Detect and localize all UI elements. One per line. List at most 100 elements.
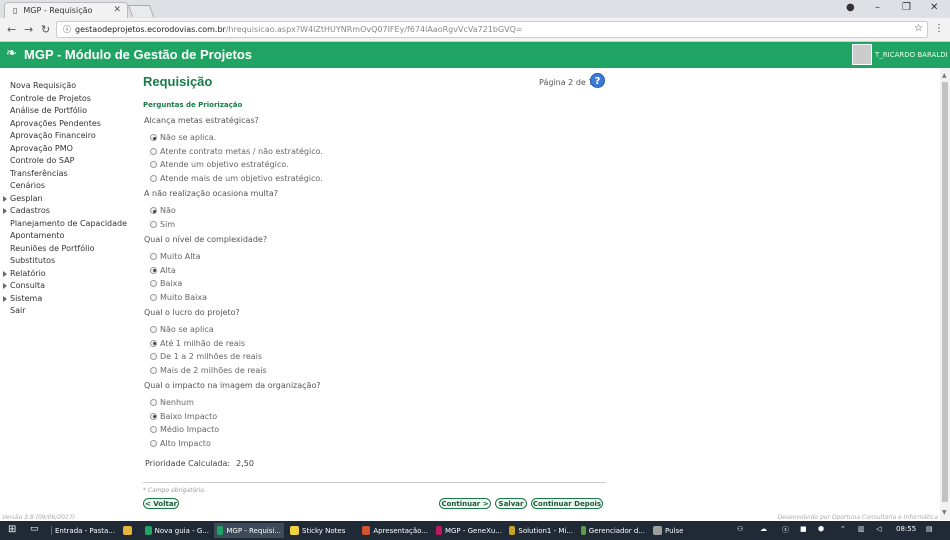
radio-option[interactable]: Alta bbox=[150, 266, 176, 275]
sidebar-item[interactable]: Transferências bbox=[0, 168, 135, 181]
continue-button[interactable]: Continuar > bbox=[439, 498, 491, 509]
cloud-icon[interactable]: ☁ bbox=[760, 525, 767, 533]
minimize-icon[interactable]: – bbox=[875, 2, 880, 13]
chevron-up-icon[interactable]: ⌃ bbox=[840, 525, 846, 533]
back-button[interactable]: < Voltar bbox=[143, 498, 179, 509]
radio-option[interactable]: Atende mais de um objetivo estratégico. bbox=[150, 174, 323, 183]
radio-option[interactable]: Não bbox=[150, 206, 176, 215]
avatar[interactable] bbox=[852, 44, 872, 65]
sidebar-item[interactable]: Nova Requisição bbox=[0, 80, 135, 93]
radio-option[interactable]: Baixo Impacto bbox=[150, 412, 217, 421]
maximize-icon[interactable]: ❐ bbox=[902, 2, 911, 13]
windows-start-icon[interactable]: ⊞ bbox=[8, 524, 16, 535]
sidebar-item[interactable]: Planejamento de Capacidade bbox=[0, 218, 135, 231]
radio-button[interactable] bbox=[150, 220, 157, 228]
skype-icon[interactable]: ⓢ bbox=[782, 525, 789, 535]
radio-button[interactable] bbox=[150, 326, 157, 333]
radio-option[interactable]: Não se aplica bbox=[150, 325, 214, 334]
radio-button[interactable] bbox=[150, 293, 157, 301]
taskbar-app[interactable]: Nova guia - G... bbox=[142, 523, 212, 538]
radio-option[interactable]: Até 1 milhão de reais bbox=[150, 339, 245, 348]
radio-option[interactable]: Nenhum bbox=[150, 398, 194, 407]
profile-icon[interactable]: ● bbox=[846, 2, 855, 13]
save-button[interactable]: Salvar bbox=[495, 498, 527, 509]
radio-option[interactable]: Muito Baixa bbox=[150, 293, 207, 302]
url-field[interactable]: ⓘ gestaodeprojetos.ecorodovias.com.br/hr… bbox=[56, 21, 928, 38]
radio-option[interactable]: Baixa bbox=[150, 279, 182, 288]
radio-button[interactable] bbox=[150, 399, 157, 406]
taskbar-app[interactable]: MGP - Requisi... bbox=[214, 523, 284, 538]
sidebar-item[interactable]: Aprovações Pendentes bbox=[0, 118, 135, 131]
radio-option[interactable]: Muito Alta bbox=[150, 252, 201, 261]
user-name[interactable]: T_RICARDO BARALDI bbox=[875, 51, 948, 59]
taskbar-app[interactable]: Apresentação... bbox=[359, 523, 431, 538]
radio-option[interactable]: Não se aplica. bbox=[150, 133, 216, 142]
notifications-icon[interactable]: ▤ bbox=[926, 525, 933, 533]
radio-option[interactable]: Atende um objetivo estratégico. bbox=[150, 160, 289, 169]
back-arrow-icon[interactable]: ← bbox=[7, 23, 16, 36]
sidebar-item[interactable]: Apontamento bbox=[0, 230, 135, 243]
continue-later-button[interactable]: Continuar Depois bbox=[531, 498, 603, 509]
scroll-up-icon[interactable]: ▲ bbox=[942, 72, 947, 79]
task-view-icon[interactable]: ▭ bbox=[30, 524, 39, 534]
radio-option[interactable]: De 1 a 2 milhões de reais bbox=[150, 352, 262, 361]
sidebar-item[interactable]: Relatório bbox=[0, 268, 135, 281]
radio-button[interactable] bbox=[150, 174, 157, 182]
taskbar-app[interactable]: Sticky Notes bbox=[287, 523, 357, 538]
help-icon[interactable]: ? bbox=[590, 73, 605, 88]
radio-button[interactable] bbox=[150, 339, 157, 347]
reload-icon[interactable]: ↻ bbox=[41, 23, 50, 36]
taskbar-app[interactable]: Entrada - Pasta... bbox=[48, 523, 118, 538]
radio-button[interactable] bbox=[150, 439, 157, 447]
radio-option[interactable]: Atente contrato metas / não estratégico. bbox=[150, 147, 323, 156]
browser-menu-icon[interactable]: ⋮ bbox=[934, 23, 944, 34]
taskbar-app[interactable]: Pulse bbox=[650, 523, 700, 538]
forward-arrow-icon[interactable]: → bbox=[24, 23, 33, 36]
app-tray-icon[interactable]: ■ bbox=[800, 525, 807, 533]
sidebar-item[interactable]: Aprovação Financeiro bbox=[0, 130, 135, 143]
sidebar-item[interactable]: Consulta bbox=[0, 280, 135, 293]
radio-button[interactable] bbox=[150, 147, 157, 155]
taskbar-app[interactable]: Gerenciador d... bbox=[578, 523, 648, 538]
sidebar-item[interactable]: Reuniões de Portfólio bbox=[0, 243, 135, 256]
radio-button[interactable] bbox=[150, 161, 157, 168]
taskbar-app[interactable]: MGP - GeneXu... bbox=[433, 523, 505, 538]
sidebar-item[interactable]: Gesplan bbox=[0, 193, 135, 206]
scrollbar-thumb[interactable] bbox=[942, 82, 948, 502]
scroll-down-icon[interactable]: ▼ bbox=[942, 509, 947, 516]
sidebar-item[interactable]: Cadastros bbox=[0, 205, 135, 218]
radio-option[interactable]: Mais de 2 milhões de reais bbox=[150, 366, 267, 375]
radio-button[interactable] bbox=[150, 253, 157, 260]
radio-button[interactable] bbox=[150, 366, 157, 374]
sidebar-item[interactable]: Sair bbox=[0, 305, 135, 318]
bookmark-star-icon[interactable]: ☆ bbox=[914, 23, 923, 34]
new-tab-button[interactable] bbox=[127, 5, 155, 17]
sidebar-item[interactable]: Controle do SAP bbox=[0, 155, 135, 168]
volume-icon[interactable]: ◁ bbox=[876, 525, 881, 533]
close-window-icon[interactable]: ✕ bbox=[930, 2, 938, 13]
sidebar-item[interactable]: Sistema bbox=[0, 293, 135, 306]
clock[interactable]: 08:55 bbox=[896, 525, 916, 533]
radio-button[interactable] bbox=[150, 266, 157, 274]
radio-button[interactable] bbox=[150, 426, 157, 433]
radio-option[interactable]: Sim bbox=[150, 220, 175, 229]
people-icon[interactable]: ⚇ bbox=[737, 525, 743, 533]
sidebar-item[interactable]: Aprovação PMO bbox=[0, 143, 135, 156]
sidebar-item[interactable]: Substitutos bbox=[0, 255, 135, 268]
taskbar-app[interactable]: Solution1 - Mi... bbox=[506, 523, 576, 538]
radio-button[interactable] bbox=[150, 412, 157, 420]
radio-button[interactable] bbox=[150, 353, 157, 360]
close-tab-icon[interactable]: ✕ bbox=[113, 5, 121, 15]
taskbar-app[interactable] bbox=[120, 523, 140, 538]
network-icon[interactable]: ▥ bbox=[858, 525, 865, 533]
shield-icon[interactable]: ⬢ bbox=[818, 525, 824, 533]
sidebar-item[interactable]: Análise de Portfólio bbox=[0, 105, 135, 118]
radio-option[interactable]: Alto Impacto bbox=[150, 439, 211, 448]
radio-button[interactable] bbox=[150, 207, 157, 214]
scrollbar[interactable]: ▲ ▼ bbox=[940, 68, 950, 520]
radio-option[interactable]: Médio Impacto bbox=[150, 425, 219, 434]
sidebar-item[interactable]: Controle de Projetos bbox=[0, 93, 135, 106]
radio-button[interactable] bbox=[150, 134, 157, 141]
browser-tab[interactable]: ▯ MGP - Requisição ✕ bbox=[4, 2, 128, 18]
sidebar-item[interactable]: Cenários bbox=[0, 180, 135, 193]
